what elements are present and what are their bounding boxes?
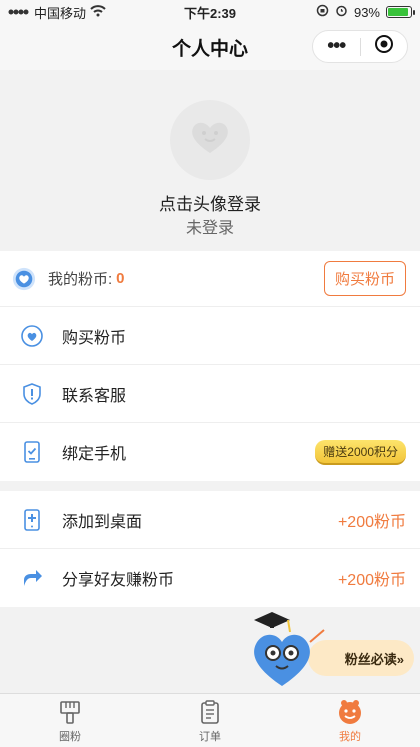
add-phone-icon	[20, 508, 44, 532]
menu-item-label: 绑定手机	[62, 446, 127, 463]
avatar[interactable]	[170, 100, 250, 180]
signal-icon	[8, 5, 30, 20]
reward-amount: +200粉币	[337, 572, 406, 589]
heart-shield-icon	[20, 324, 44, 348]
target-icon	[374, 34, 394, 59]
menu-item-label: 添加到桌面	[62, 513, 143, 531]
profile-header: 点击头像登录 未登录	[0, 70, 420, 250]
reward-amount: +200粉币	[337, 513, 406, 531]
more-button[interactable]: •••	[313, 30, 360, 63]
menu-item-label: 购买粉币	[62, 329, 127, 347]
tab-orders[interactable]: 订单	[140, 694, 280, 747]
shield-alert-icon	[20, 382, 44, 406]
rewards-section: 添加到桌面 +200粉币 分享好友赚粉币 +200粉币	[0, 491, 420, 607]
phone-check-icon	[20, 440, 44, 464]
tab-label: 订单	[199, 730, 221, 743]
coin-heart-icon	[12, 267, 36, 291]
wifi-icon	[90, 4, 106, 20]
tab-bar: 圈粉 订单 我的	[0, 693, 420, 747]
carrier-name: 中国移动	[34, 5, 87, 21]
buy-coins-button[interactable]: 购买粉币	[323, 261, 406, 296]
menu-item-bind-phone[interactable]: 绑定手机 赠送2000积分	[0, 423, 420, 481]
tab-mine[interactable]: 我的	[280, 694, 420, 747]
battery-percent: 93%	[353, 4, 380, 20]
coins-row: 我的粉币: 0 购买粉币	[0, 251, 420, 307]
menu-item-add-to-desktop[interactable]: 添加到桌面 +200粉币	[0, 491, 420, 549]
share-icon	[20, 566, 44, 590]
clipboard-icon	[196, 698, 224, 726]
bonus-badge: 赠送2000积分	[315, 439, 406, 465]
tab-fans[interactable]: 圈粉	[0, 694, 140, 747]
mini-program-capsule: •••	[312, 30, 408, 63]
heart-placeholder-icon	[185, 113, 235, 168]
login-status: 未登录	[185, 220, 234, 237]
mascot-heart-icon	[244, 606, 334, 695]
menu-item-customer-service[interactable]: 联系客服	[0, 365, 420, 423]
brush-icon	[56, 698, 84, 726]
battery-fill	[388, 8, 409, 16]
close-button[interactable]	[361, 34, 408, 59]
rotation-lock-icon	[316, 4, 329, 20]
menu-item-share[interactable]: 分享好友赚粉币 +200粉币	[0, 549, 420, 607]
login-prompt[interactable]: 点击头像登录	[0, 190, 420, 215]
nav-bar: 个人中心 •••	[0, 24, 420, 70]
page-title: 个人中心	[171, 38, 248, 60]
menu-item-label: 联系客服	[62, 387, 127, 405]
coins-value: 0	[116, 270, 125, 287]
fan-guide-floating-button[interactable]: 粉丝必读»	[244, 606, 416, 690]
tab-label: 圈粉	[59, 730, 81, 743]
menu-item-buy-coins[interactable]: 购买粉币	[0, 307, 420, 365]
menu-item-label: 分享好友赚粉币	[62, 572, 175, 589]
tab-label: 我的	[339, 730, 361, 743]
battery-icon	[386, 6, 415, 18]
account-section: 我的粉币: 0 购买粉币 购买粉币 联系客服 绑定手机 赠送2000积分	[0, 251, 420, 481]
coins-label: 我的粉币:	[48, 271, 113, 288]
alarm-icon	[335, 4, 348, 20]
status-bar: 中国移动 下午2:39 93%	[0, 0, 420, 24]
smiley-icon	[336, 698, 364, 726]
